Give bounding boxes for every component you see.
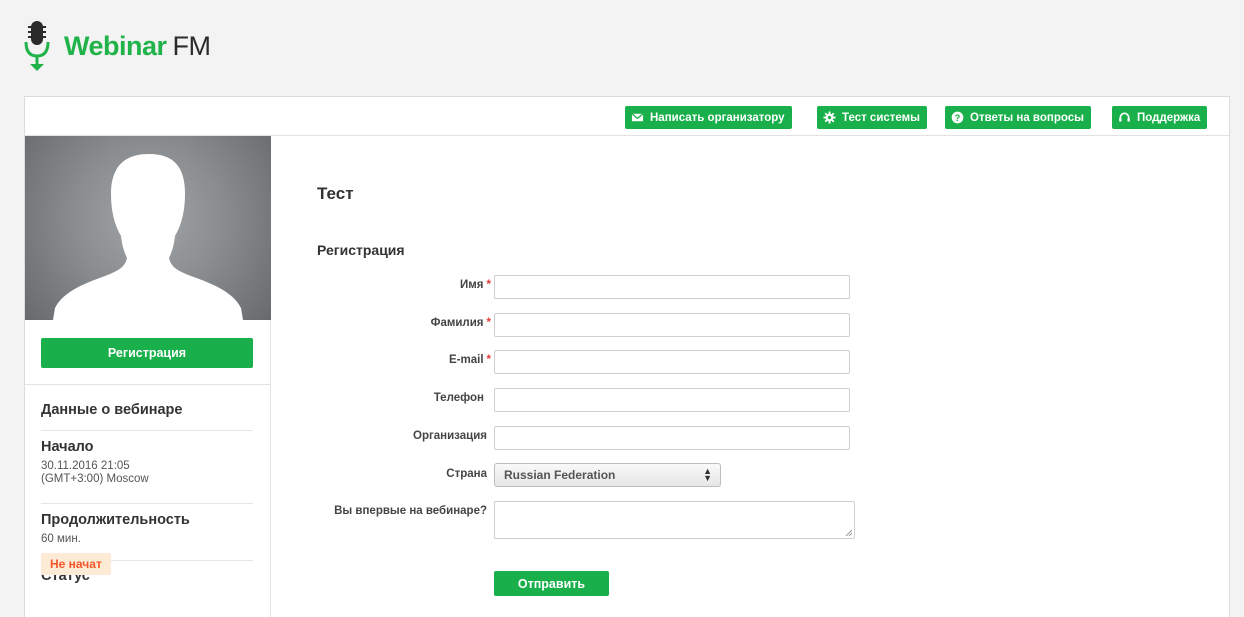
support-label: Поддержка — [1137, 111, 1201, 124]
first-time-label: Вы впервые на вебинаре? — [334, 505, 487, 517]
support-button[interactable]: Поддержка — [1112, 106, 1208, 129]
svg-text:?: ? — [955, 113, 961, 123]
organization-input[interactable] — [494, 426, 850, 450]
select-arrows-icon: ▲ ▼ — [703, 466, 712, 483]
write-organizer-label: Написать организатору — [650, 111, 785, 124]
email-input[interactable] — [494, 350, 850, 374]
envelope-icon — [631, 113, 644, 122]
status-badge: Не начат — [41, 553, 111, 575]
submit-button[interactable]: Отправить — [494, 571, 609, 596]
email-label: E-mail * — [449, 354, 491, 366]
first-name-input[interactable] — [494, 275, 850, 299]
faq-label: Ответы на вопросы — [970, 111, 1084, 124]
avatar — [25, 136, 271, 320]
country-select[interactable]: Russian Federation ▲ ▼ — [494, 463, 721, 487]
info-separator — [41, 430, 253, 431]
last-name-input[interactable] — [494, 313, 850, 337]
webinar-info-title: Данные о вебинаре — [41, 402, 183, 418]
brand-name-text: Webinar — [64, 30, 167, 61]
info-separator — [41, 503, 253, 504]
last-name-label-text: Фамилия — [430, 317, 484, 329]
start-timezone: (GMT+3:00) Moscow — [41, 473, 149, 485]
question-icon: ? — [951, 111, 964, 124]
email-label-text: E-mail — [449, 354, 484, 366]
last-name-label: Фамилия * — [431, 317, 491, 329]
top-toolbar: Написать организатору Тест системы ? Отв… — [25, 97, 1229, 136]
system-test-button[interactable]: Тест системы — [817, 106, 927, 129]
first-name-label: Имя * — [460, 279, 491, 291]
duration-value: 60 мин. — [41, 533, 81, 545]
brand-suffix: FM — [172, 30, 211, 61]
resize-grip-icon[interactable] — [845, 529, 852, 536]
headset-icon — [1119, 112, 1130, 122]
start-date: 30.11.2016 21:05 — [41, 460, 130, 472]
duration-label: Продолжительность — [41, 512, 190, 528]
section-title: Регистрация — [317, 242, 405, 258]
write-organizer-button[interactable]: Написать организатору — [625, 106, 792, 129]
sidebar-register-button[interactable]: Регистрация — [41, 338, 253, 368]
required-mark: * — [486, 354, 491, 366]
country-select-value: Russian Federation — [504, 468, 616, 482]
phone-label: Телефон — [433, 392, 484, 404]
brand-logo: Webinar FM — [24, 18, 211, 74]
faq-button[interactable]: ? Ответы на вопросы — [945, 106, 1091, 129]
page-title: Тест — [317, 184, 354, 203]
brand-name: Webinar FM — [64, 31, 211, 62]
main-panel: Написать организатору Тест системы ? Отв… — [24, 96, 1230, 617]
phone-input[interactable] — [494, 388, 850, 412]
start-label: Начало — [41, 439, 94, 455]
user-silhouette-icon — [53, 154, 243, 320]
required-mark: * — [486, 279, 491, 291]
organization-label: Организация — [413, 430, 487, 442]
required-mark: * — [486, 317, 491, 329]
first-name-label-text: Имя — [460, 279, 484, 291]
sidebar-divider — [25, 384, 271, 385]
sidebar: Регистрация Данные о вебинаре Начало 30.… — [25, 136, 271, 617]
microphone-icon — [24, 21, 50, 71]
system-test-label: Тест системы — [842, 111, 920, 124]
country-label: Страна — [446, 468, 487, 480]
first-time-textarea[interactable] — [494, 501, 855, 539]
gear-icon — [823, 111, 836, 124]
